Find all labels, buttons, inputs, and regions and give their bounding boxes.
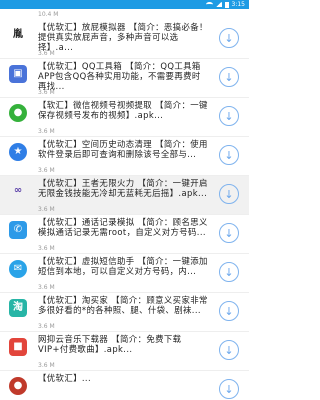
download-button[interactable]: ↓ xyxy=(219,379,239,399)
item-size: 3.6 M xyxy=(38,167,55,174)
item-title: 【优软汇】... xyxy=(38,373,92,383)
battery-icon xyxy=(224,1,229,8)
item-title: 【软汇】微信视频号视频提取 【简介：一键保存视频号发布的视频】.apk... xyxy=(38,100,208,120)
item-title: 【优软汇】通话记录模拟 【简介：顾名思义模拟通话记录无需root，自定义对方号码… xyxy=(38,217,208,237)
item-title: 网抑云音乐下载器 【简介：免费下载VIP+付费歌曲】.apk... xyxy=(38,334,182,354)
item-size: 3.6 M xyxy=(38,245,55,252)
item-size: 3.6 M xyxy=(38,50,55,57)
download-button[interactable]: ↓ xyxy=(219,67,239,87)
item-title: 【优软汇】空间历史动态清理 【简介：使用软件登录后即可查询和删除该号全部与... xyxy=(38,139,208,159)
list-item[interactable]: ● 【软汇】微信视频号视频提取 【简介：一键保存视频号发布的视频】.apk... 3… xyxy=(0,98,249,137)
arrow-down-circle-icon: ↓ xyxy=(224,109,234,123)
list-item[interactable]: ✆ 【优软汇】通话记录模拟 【简介：顾名思义模拟通话记录无需root，自定义对方号… xyxy=(0,215,249,254)
status-bar: 3:15 xyxy=(0,0,249,9)
list-item[interactable]: ✉ 【优软汇】虚拟短信助手 【简介：一键添加短信到本地，可以自定义对方号码，内..… xyxy=(0,254,249,293)
list-item[interactable]: 淘【优软汇】淘买家 【简介：顾意义买家非常多很好看的*的各种照、腿、什袋、剧袜.… xyxy=(0,293,249,332)
arrow-down-circle-icon: ↓ xyxy=(224,343,234,357)
star-badge-icon: ★ xyxy=(9,143,27,161)
music-box-icon: ■ xyxy=(9,338,27,356)
arrow-down-circle-icon: ↓ xyxy=(224,382,234,396)
app-icon: ● xyxy=(9,377,27,395)
list-item[interactable]: ∞ 【优软汇】王者无限火力 【简介：一键开启无限金钱技能无冷却无蓝耗无后摇】.ap… xyxy=(0,176,249,215)
download-button[interactable]: ↓ xyxy=(219,184,239,204)
download-button[interactable]: ↓ xyxy=(219,223,239,243)
arrow-down-circle-icon: ↓ xyxy=(224,226,234,240)
item-size: 3.6 M xyxy=(38,323,55,330)
arrow-down-circle-icon: ↓ xyxy=(224,265,234,279)
arrow-down-circle-icon: ↓ xyxy=(224,31,234,45)
item-title: 【优软汇】王者无限火力 【简介：一键开启无限金钱技能无冷却无蓝耗无后摇】.apk… xyxy=(38,178,208,198)
arrow-down-circle-icon: ↓ xyxy=(224,187,234,201)
download-button[interactable]: ↓ xyxy=(219,301,239,321)
item-title: 【优软汇】放屁模拟器 【简介：恶搞必备！提供真实放屁声音，多种声音可以选择】.a… xyxy=(38,22,208,52)
wechat-icon: ● xyxy=(9,104,27,122)
item-size: 3.6 M xyxy=(38,284,55,291)
signal-icon xyxy=(215,2,222,7)
status-time: 3:15 xyxy=(231,1,245,8)
item-size: 3.6 M xyxy=(38,362,55,369)
download-button[interactable]: ↓ xyxy=(219,340,239,360)
arrow-down-circle-icon: ↓ xyxy=(224,148,234,162)
list-item[interactable]: ● 【优软汇】... ↓ xyxy=(0,371,249,400)
wifi-icon xyxy=(205,2,213,7)
calligraphy-icon: 胤 xyxy=(9,26,27,44)
sms-icon: ✉ xyxy=(9,260,27,278)
arrow-down-circle-icon: ↓ xyxy=(224,70,234,84)
item-size: 3.6 M xyxy=(38,206,55,213)
download-button[interactable]: ↓ xyxy=(219,262,239,282)
arrow-down-circle-icon: ↓ xyxy=(224,304,234,318)
item-title: 【优软汇】QQ工具箱 【简介：QQ工具箱APP包含QQ各种实用功能，不需要再费时… xyxy=(38,61,201,91)
item-title: 【优软汇】淘买家 【简介：顾意义买家非常多很好看的*的各种照、腿、什袋、剧袜..… xyxy=(38,295,208,315)
list-item[interactable]: ■ 网抑云音乐下载器 【简介：免费下载VIP+付费歌曲】.apk... 3.6 M ↓ xyxy=(0,332,249,371)
app-list: 10.4 M 胤【优软汇】放屁模拟器 【简介：恶搞必备！提供真实放屁声音，多种声… xyxy=(0,9,249,400)
list-item[interactable]: ▣ 【优软汇】QQ工具箱 【简介：QQ工具箱APP包含QQ各种实用功能，不需要再费… xyxy=(0,59,249,98)
toolbox-icon: ▣ xyxy=(9,65,27,83)
download-button[interactable]: ↓ xyxy=(219,28,239,48)
download-button[interactable]: ↓ xyxy=(219,145,239,165)
item-title: 【优软汇】虚拟短信助手 【简介：一键添加短信到本地，可以自定义对方号码，内... xyxy=(38,256,208,276)
phone-icon: ✆ xyxy=(9,221,27,239)
item-size: 3.6 M xyxy=(38,128,55,135)
previous-item-size: 10.4 M xyxy=(38,11,59,18)
list-item[interactable]: ★ 【优软汇】空间历史动态清理 【简介：使用软件登录后即可查询和删除该号全部与..… xyxy=(0,137,249,176)
infinity-icon: ∞ xyxy=(9,182,27,200)
shopping-icon: 淘 xyxy=(9,299,27,317)
download-button[interactable]: ↓ xyxy=(219,106,239,126)
list-item[interactable]: 胤【优软汇】放屁模拟器 【简介：恶搞必备！提供真实放屁声音，多种声音可以选择】.… xyxy=(0,20,249,59)
item-size: 3.6 M xyxy=(38,89,55,96)
status-right: 3:15 xyxy=(205,0,245,9)
